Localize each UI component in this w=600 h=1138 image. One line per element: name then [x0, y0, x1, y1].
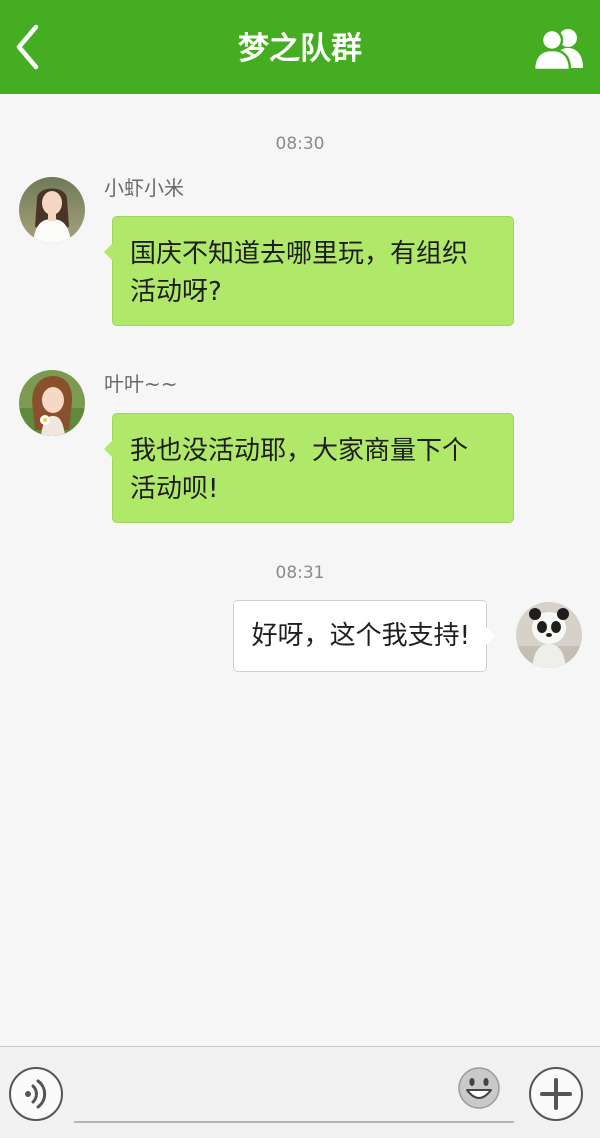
user-avatar-photo [516, 602, 582, 668]
back-button[interactable] [8, 22, 52, 72]
group-members-icon [532, 28, 583, 72]
message-text-line: 我也没活动耶，大家商量下个 [130, 436, 469, 466]
message-timestamp: 08:30 [275, 134, 325, 154]
message-timestamp: 08:31 [275, 563, 325, 583]
emoji-icon [458, 1067, 500, 1109]
message-text-line: 活动呀? [130, 277, 222, 307]
my-avatar[interactable] [516, 602, 582, 668]
user-avatar-photo [19, 370, 85, 436]
message-bubble-incoming[interactable]: 国庆不知道去哪里玩，有组织 活动呀? [104, 216, 514, 326]
message-input-bar [0, 1046, 600, 1138]
message-text: 好呀，这个我支持! [251, 621, 470, 651]
chevron-left-icon [16, 24, 39, 70]
user-avatar-photo [19, 177, 85, 243]
voice-button[interactable] [9, 1067, 63, 1121]
emoji-button[interactable] [457, 1066, 501, 1110]
message-bubble-outgoing[interactable]: 好呀，这个我支持! [232, 600, 496, 672]
message-bubble-incoming[interactable]: 我也没活动耶，大家商量下个 活动呗! [104, 413, 514, 523]
group-members-button[interactable] [532, 26, 586, 72]
sender-name: 叶叶~~ [104, 372, 178, 396]
message-text-line: 活动呗! [130, 474, 219, 504]
plus-icon [540, 1078, 572, 1110]
sender-name: 小虾小米 [104, 176, 184, 200]
avatar[interactable] [19, 177, 85, 243]
voice-icon [25, 1079, 47, 1109]
avatar[interactable] [19, 370, 85, 436]
app-header: 梦之队群 [0, 0, 600, 94]
more-options-button[interactable] [529, 1067, 583, 1121]
message-text-line: 国庆不知道去哪里玩，有组织 [130, 239, 469, 269]
chat-title: 梦之队群 [238, 31, 362, 67]
message-input[interactable] [74, 1067, 514, 1123]
